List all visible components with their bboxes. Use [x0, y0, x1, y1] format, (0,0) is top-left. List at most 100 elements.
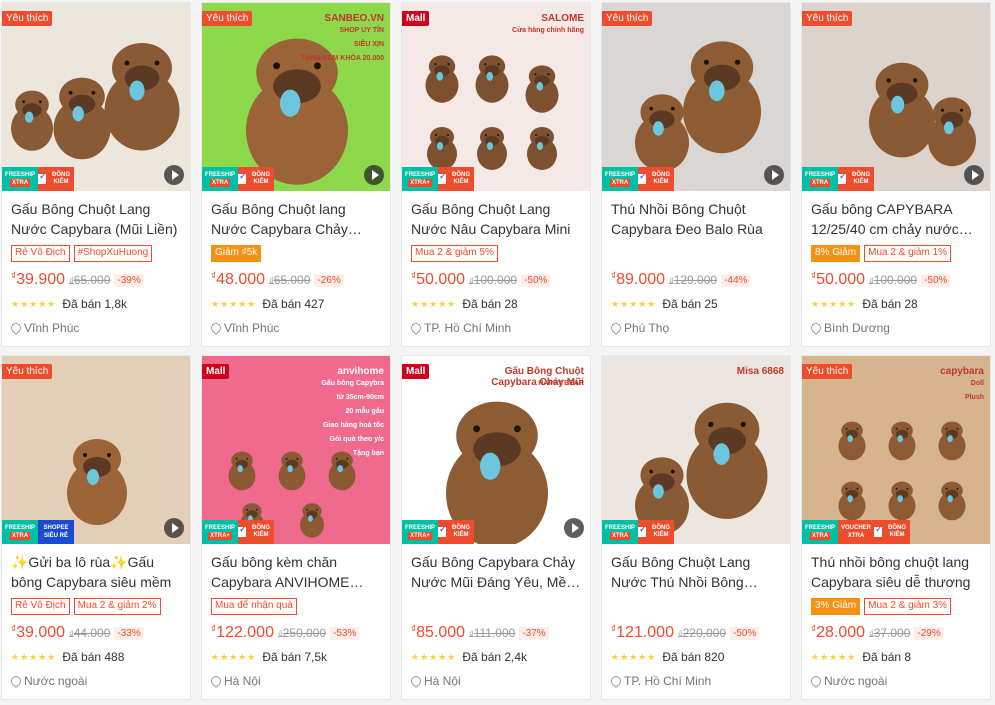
xtra-label: XTRA — [809, 179, 831, 187]
product-card[interactable]: capybara Doll Plush Yêu thích FREESHIP XTRA VO… — [801, 355, 991, 700]
inspection-label: ĐỒNG KIỂM — [52, 172, 70, 185]
capybara-plush-shape — [888, 421, 916, 461]
product-card[interactable]: Misa 6868 FREESHIPXTRA ĐỒNG KIỂM Gấu Bông C… — [601, 355, 791, 700]
product-title[interactable]: Gấu Bông Capybara Chảy Nước Mũi Đáng Yêu… — [411, 552, 581, 592]
sold-count: Đã bán 8 — [862, 650, 912, 664]
current-price: ₫50.000 — [811, 271, 865, 289]
product-image[interactable]: Yêu thích FREESHIPXTRA ĐỒNG KIỂM — [2, 3, 190, 191]
product-title[interactable]: ✨Gửi ba lô rùa✨Gấu bông Capybara siêu mề… — [11, 552, 181, 592]
promo-tag: 8% Giảm — [811, 245, 861, 262]
old-price-value: 100.000 — [473, 273, 518, 287]
location-row: Hà Nội — [408, 673, 581, 689]
play-video-icon[interactable] — [964, 165, 984, 185]
product-image[interactable]: SALOME Cửa hàng chính hãng Mall FREESHIP XTR… — [402, 3, 590, 191]
check-icon — [638, 526, 647, 537]
promo-tags: Mua để nhận quà — [211, 598, 381, 615]
product-title[interactable]: Gấu Bông Chuột Lang Nước Capybara (Mũi L… — [11, 199, 181, 239]
original-price: ₫129.000 — [669, 273, 717, 287]
image-overlay-text: 20 mẫu gấu — [345, 408, 384, 415]
rating-stars-icon: ★★★★★ — [11, 298, 57, 309]
product-card[interactable]: Yêu thích FREESHIPXTRA ĐỒNG KIỂM Gấu Bông C… — [1, 2, 191, 347]
image-overlay-text: Doll — [970, 380, 984, 387]
check-icon — [438, 173, 447, 184]
product-info: Thú Nhồi Bông Chuột Capybara Đeo Balo Rù… — [602, 191, 790, 336]
image-overlay-text: Tặng bạn — [352, 450, 384, 457]
product-title[interactable]: Gấu Bông Chuột Lang Nước Thú Nhồi Bông C… — [611, 552, 781, 592]
discount-badge: -29% — [914, 626, 944, 640]
inspection-badge: ĐỒNG KIỂM — [238, 520, 274, 544]
product-photo — [635, 41, 761, 172]
freeship-label: FREESHIP — [404, 525, 435, 531]
rating-stars-icon: ★★★★★ — [411, 651, 457, 662]
freeship-xtra-badge: FREESHIP XTRA+ — [202, 520, 238, 544]
play-video-icon[interactable] — [564, 518, 584, 538]
inspection-badge: ĐỒNG KIỂM — [874, 520, 910, 544]
shop-location: Nước ngoài — [24, 674, 88, 688]
product-image[interactable]: SANBEO.VN SHOP UY TÍN SIÊU XỊN TẶNG KÈM KHÓ… — [202, 3, 390, 191]
promo-tags — [611, 598, 781, 615]
freeship-badge: FREESHIP XTRA — [602, 167, 638, 191]
product-image[interactable]: Gấu Bông Chuột Capybara Chảy Mũi HAPPY BE… — [402, 356, 590, 544]
capybara-plush-shape — [53, 77, 111, 160]
product-card[interactable]: SALOME Cửa hàng chính hãng Mall FREESHIP XTR… — [401, 2, 591, 347]
product-card[interactable]: SANBEO.VN SHOP UY TÍN SIÊU XỊN TẶNG KÈM KHÓ… — [201, 2, 391, 347]
freeship-label: FREESHIP — [804, 525, 835, 531]
product-image[interactable]: Yêu thích FREESHIPXTRA ĐỒNG KIỂM — [602, 3, 790, 191]
product-image[interactable]: Yêu thích FREESHIPXTRA ĐỒNG KIỂM — [802, 3, 990, 191]
current-price: ₫89.000 — [611, 271, 665, 289]
promo-tag: Mua 2 & giảm 2% — [73, 598, 161, 615]
discount-badge: -53% — [330, 626, 360, 640]
capybara-plush-shape — [67, 439, 127, 525]
promo-tags: 8% Giảm Mua 2 & giảm 1% — [811, 245, 981, 262]
product-image[interactable]: Misa 6868 FREESHIPXTRA ĐỒNG KIỂM — [602, 356, 790, 544]
sold-count: Đã bán 28 — [862, 297, 918, 311]
product-card[interactable]: Yêu thích FREESHIPXTRA ĐỒNG KIỂM Thú Nhồi B… — [601, 2, 791, 347]
discount-badge: -50% — [521, 273, 551, 287]
product-title[interactable]: Thú Nhồi Bông Chuột Capybara Đeo Balo Rù… — [611, 199, 781, 239]
product-title[interactable]: Gấu bông kèm chăn Capybara ANVIHOME Đáng… — [211, 552, 381, 592]
product-image[interactable]: anvihome Gấu bông Capybra từ 35cm-90cm 20 m… — [202, 356, 390, 544]
favorite-badge: Yêu thích — [2, 11, 53, 26]
inspection-badge: ĐỒNG KIỂM — [438, 167, 474, 191]
old-price-value: 65.000 — [73, 273, 111, 287]
capybara-plush-shape — [525, 65, 559, 113]
play-video-icon[interactable] — [764, 165, 784, 185]
price-row: ₫122.000 ₫250.000 -53% — [211, 622, 381, 644]
location-row: Phú Thọ — [608, 320, 781, 336]
favorite-badge: Yêu thích — [202, 11, 253, 26]
current-price: ₫39.000 — [11, 624, 65, 642]
play-video-icon[interactable] — [364, 165, 384, 185]
xtra-label: XTRA — [9, 532, 31, 540]
location-row: TP. Hồ Chí Minh — [408, 320, 581, 336]
product-title[interactable]: Thú nhồi bông chuột lang Capybara siêu d… — [811, 552, 981, 592]
promo-tag: 3% Giảm — [811, 598, 861, 615]
check-icon — [238, 173, 247, 184]
favorite-badge: Yêu thích — [2, 364, 53, 379]
image-overlay-text: SANBEO.VN — [324, 13, 384, 24]
product-card[interactable]: anvihome Gấu bông Capybra từ 35cm-90cm 20 m… — [201, 355, 391, 700]
product-title[interactable]: Gấu Bông Chuột lang Nước Capybara Chảy N… — [211, 199, 381, 239]
product-title[interactable]: Gấu bông CAPYBARA 12/25/40 cm chảy nước … — [811, 199, 981, 239]
promo-tags: Rẻ Vô Địch Mua 2 & giảm 2% — [11, 598, 181, 615]
location-pin-icon — [408, 320, 424, 336]
discount-badge: -37% — [519, 626, 549, 640]
rating-stars-icon: ★★★★★ — [411, 298, 457, 309]
original-price: ₫37.000 — [869, 626, 910, 640]
price-value: 39.000 — [16, 624, 66, 641]
promo-tag: Mua 2 & giảm 1% — [864, 245, 952, 262]
product-image[interactable]: Yêu thích FREESHIP XTRA SHOPEE SIÊU RẺ — [2, 356, 190, 544]
product-card[interactable]: Yêu thích FREESHIPXTRA ĐỒNG KIỂM Gấu bông C… — [801, 2, 991, 347]
product-card[interactable]: Gấu Bông Chuột Capybara Chảy Mũi HAPPY BE… — [401, 355, 591, 700]
product-title[interactable]: Gấu Bông Chuột Lang Nước Nâu Capybara Mi… — [411, 199, 581, 239]
promo-tag: Mua để nhận quà — [211, 598, 297, 615]
mall-badge: Mall — [202, 364, 230, 379]
price-value: 89.000 — [616, 271, 666, 288]
play-video-icon[interactable] — [164, 165, 184, 185]
product-image[interactable]: capybara Doll Plush Yêu thích FREESHIP XTRA VO… — [802, 356, 990, 544]
shipping-badges: FREESHIPXTRA+ ĐỒNG KIỂM — [402, 167, 590, 191]
play-video-icon[interactable] — [164, 518, 184, 538]
image-overlay-text: Giao hàng hoả tốc — [322, 422, 384, 429]
check-icon — [438, 526, 447, 537]
inspection-badge: ĐỒNG KIỂM — [838, 167, 874, 191]
product-card[interactable]: Yêu thích FREESHIP XTRA SHOPEE SIÊU RẺ ✨Gửi b… — [1, 355, 191, 700]
